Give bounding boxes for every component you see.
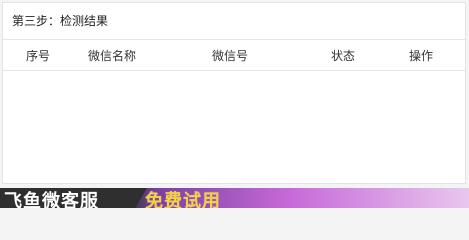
column-header-action: 操作	[408, 49, 434, 63]
free-trial-button[interactable]: 免费试用	[145, 193, 221, 209]
column-header-status: 状态	[330, 49, 356, 63]
promo-banner[interactable]: 飞鱼微客服 免费试用	[0, 188, 469, 208]
table-header-row: 序号 微信名称 微信号 状态 操作	[3, 39, 465, 71]
column-header-index: 序号	[25, 49, 51, 63]
column-header-wechat-name: 微信名称	[87, 49, 137, 63]
step-title: 第三步：检测结果	[12, 14, 109, 28]
column-header-wechat-id: 微信号	[211, 49, 249, 63]
banner-brand-text: 飞鱼微客服	[4, 191, 99, 209]
table-body	[3, 71, 465, 183]
detection-results-panel: 第三步：检测结果 序号 微信名称 微信号 状态 操作	[2, 2, 466, 184]
